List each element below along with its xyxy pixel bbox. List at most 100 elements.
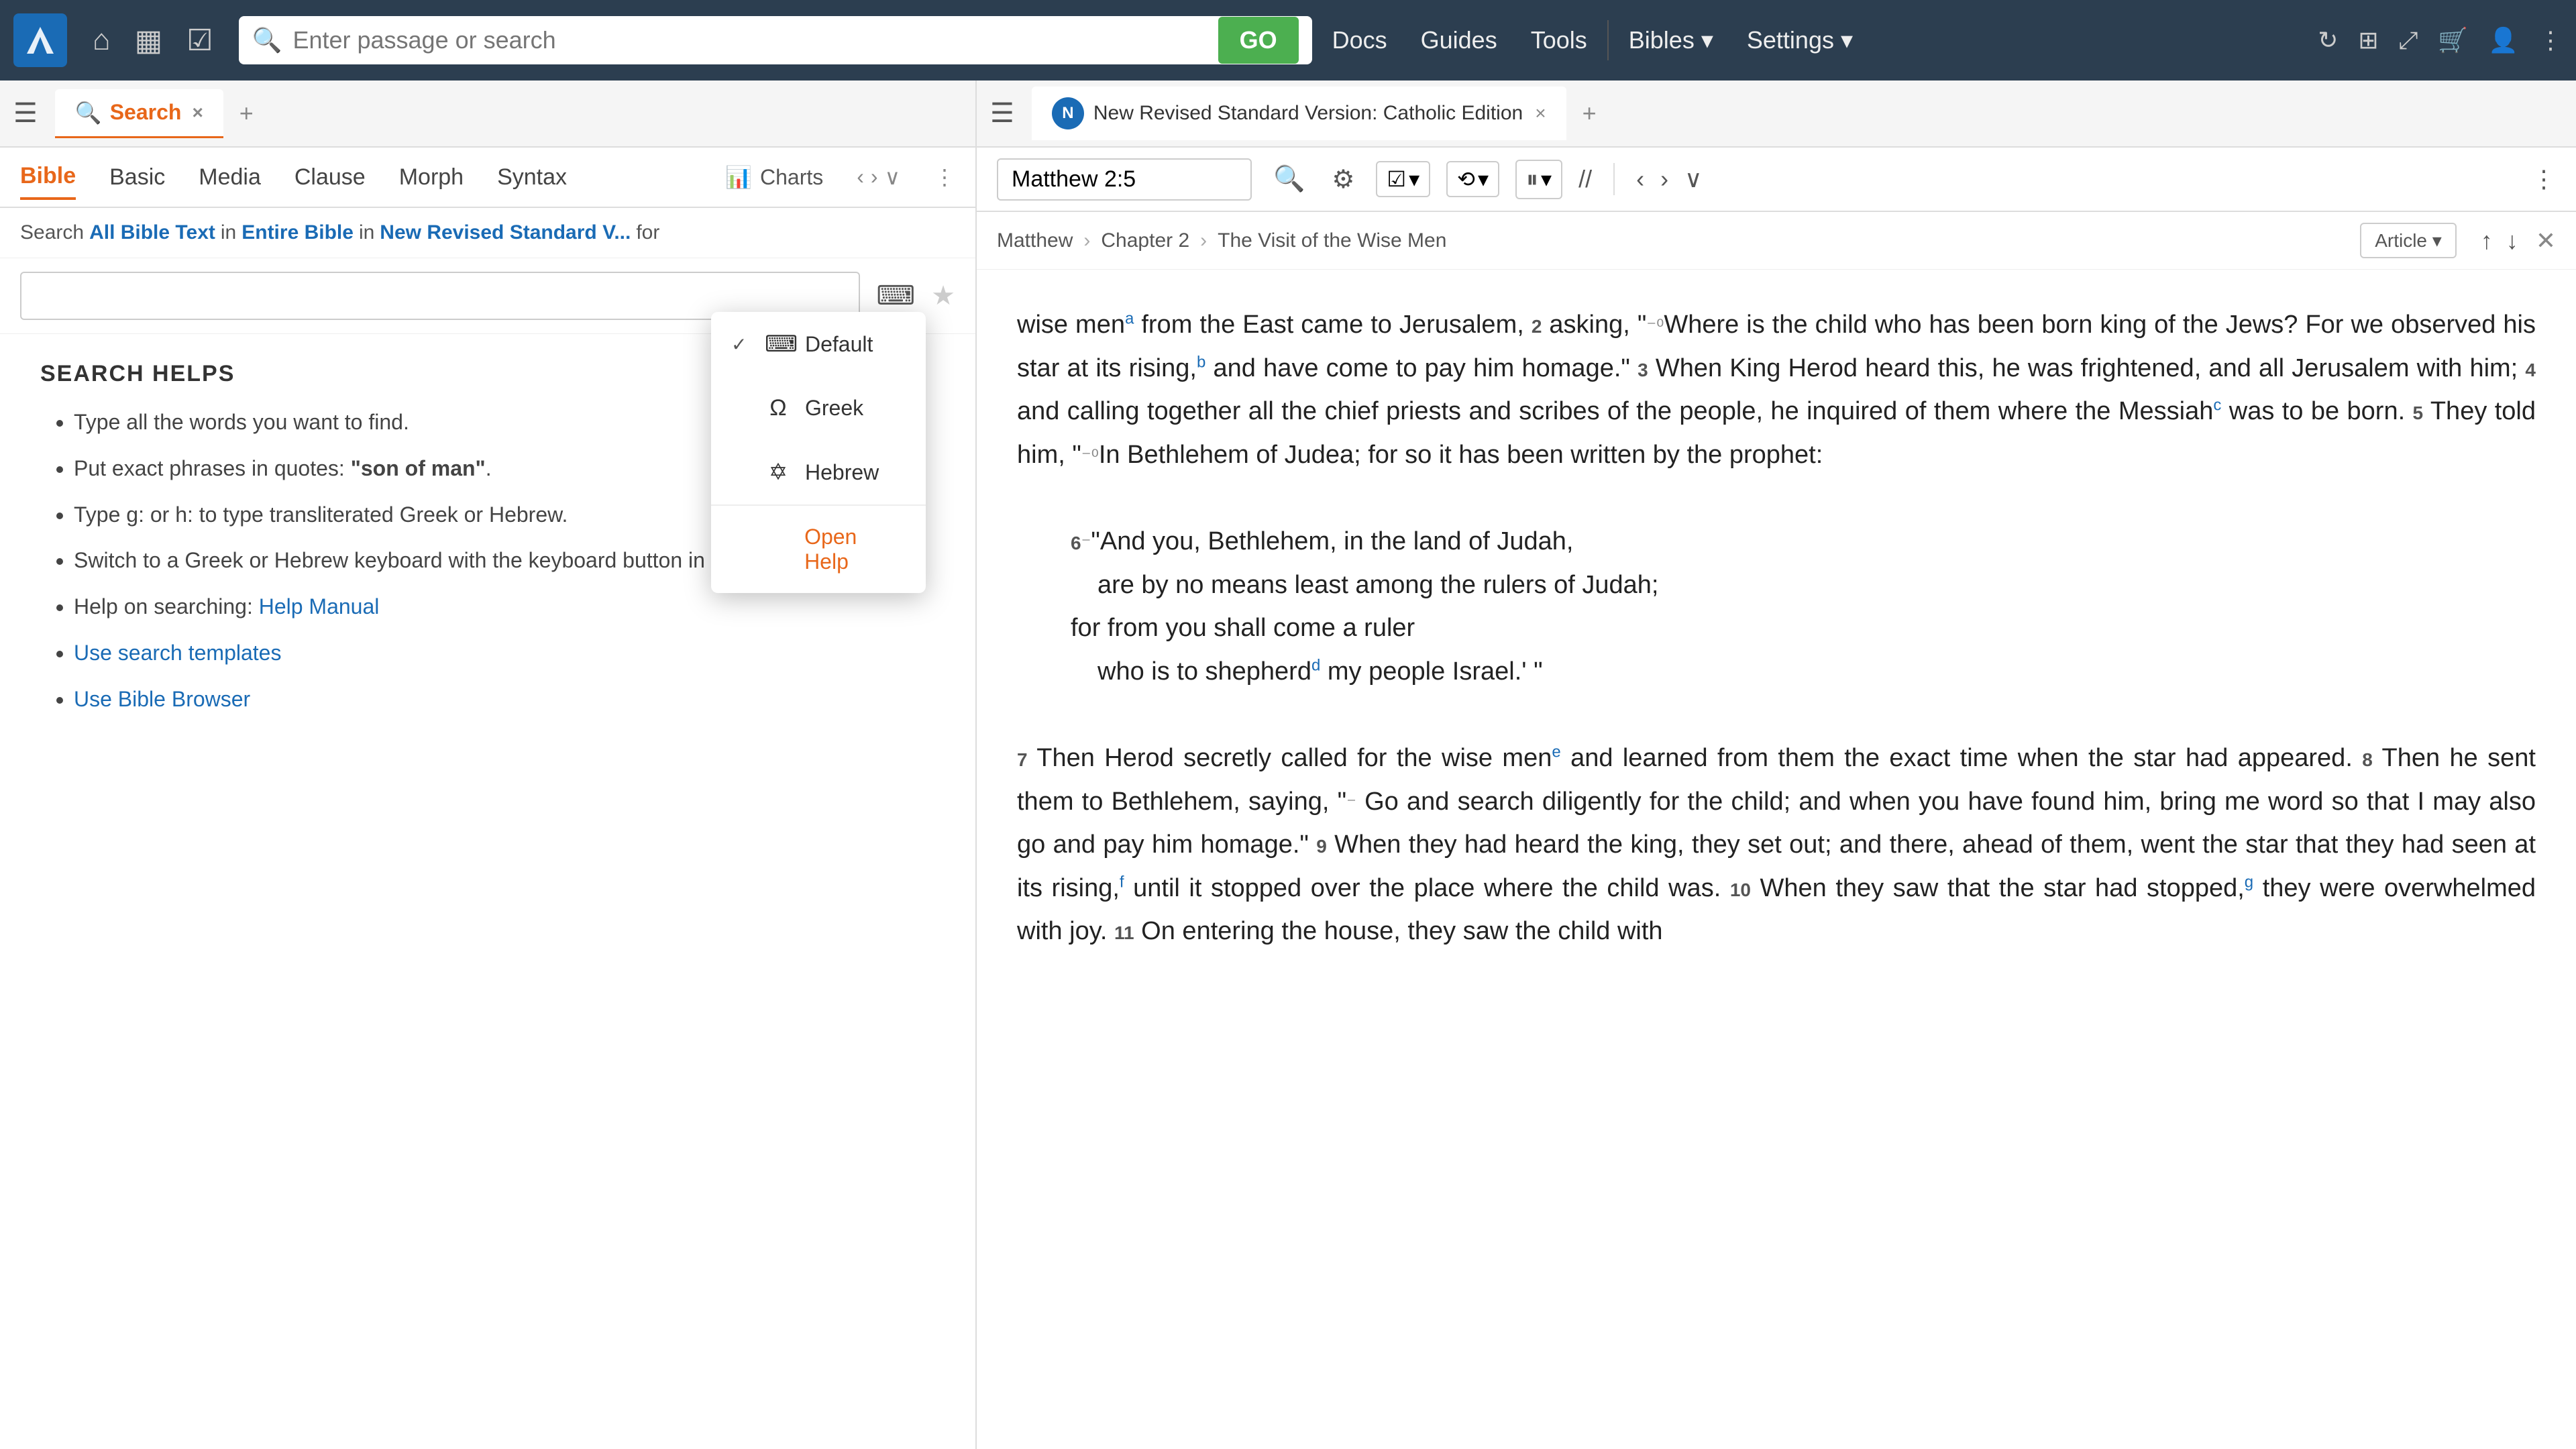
main-container: ☰ 🔍 Search × + Bible Basic Media Clause … [0,80,2576,1449]
morph-dropdown[interactable]: ▾ [1478,166,1489,192]
footnote-b[interactable]: b [1197,353,1205,371]
dropdown-open-help[interactable]: Open Help [711,506,926,593]
bible-toolbar: 🔍 ⚙ ☑ ▾ ⟲ ▾ ⏸ ▾ // ‹ › ∨ ⋮ [977,148,2576,212]
footnote-d[interactable]: d [1311,656,1320,674]
pause-dropdown[interactable]: ▾ [1541,166,1552,192]
footnote-f[interactable]: f [1120,873,1124,891]
dropdown-hebrew[interactable]: ✡ Hebrew [711,440,926,504]
passage-search-icon[interactable]: 🔍 [1268,159,1310,199]
tools-link[interactable]: Tools [1531,26,1587,54]
search-scope-text[interactable]: All Bible Text [89,221,215,244]
interlinear-dropdown[interactable]: ▾ [1409,166,1419,192]
subtab-overflow[interactable]: ⋮ [934,164,955,190]
passage-input[interactable] [997,158,1252,201]
nav-icon-group: ⌂ ▦ ☑ [87,18,219,63]
keyboard-button[interactable]: ⌨ [871,275,920,317]
help-item-6: Use search templates [74,638,935,668]
popout-icon[interactable]: ⤢ [2399,26,2418,55]
hamburger-icon[interactable]: ☰ [13,98,38,129]
settings-menu[interactable]: Settings ▾ [1747,26,1853,54]
bible-toolbar-more[interactable]: ⋮ [2532,165,2556,193]
interlinear-group[interactable]: ☑ ▾ [1376,161,1430,197]
check-square-icon: ☑ [1387,166,1406,192]
breadcrumb-sep1: › [1083,229,1090,252]
footnote-e[interactable]: e [1552,743,1560,761]
dropdown-greek[interactable]: Ω Greek [711,376,926,440]
open-help-label: Open Help [804,525,906,574]
bible-browser-link[interactable]: Use Bible Browser [74,687,250,711]
poetry-line4: who is to shepherdd my people Israel.' " [1017,650,2536,694]
bibles-menu[interactable]: Bibles ▾ [1629,26,1713,54]
passage-expand[interactable]: ∨ [1684,165,1702,193]
right-panel: ☰ N New Revised Standard Version: Cathol… [977,80,2576,1449]
footnote-a[interactable]: a [1125,309,1134,327]
nav-divider [1607,20,1609,60]
app-logo[interactable] [13,13,67,67]
search-tab[interactable]: 🔍 Search × [55,89,223,138]
morph-group[interactable]: ⟲ ▾ [1446,161,1499,197]
pause-icon: ⏸ [1526,165,1538,194]
right-add-tab[interactable]: + [1582,99,1597,127]
global-search-input[interactable] [292,26,1207,54]
tasks-icon[interactable]: ☑ [181,18,218,63]
breadcrumb-section[interactable]: The Visit of the Wise Men [1218,229,1446,252]
scroll-up-icon[interactable]: ↑ [2481,227,2493,255]
bible-tab-icon: N [1052,97,1084,129]
footnote-c[interactable]: c [2213,396,2221,415]
guides-link[interactable]: Guides [1421,26,1497,54]
prev-arrow[interactable]: ‹ [857,164,864,190]
passage-next-arrow[interactable]: › [1660,165,1668,193]
search-scope-bible[interactable]: Entire Bible [241,221,354,244]
library-icon[interactable]: ▦ [129,18,168,63]
subtab-basic[interactable]: Basic [109,156,165,199]
user-icon[interactable]: 👤 [2488,26,2518,54]
overflow-menu-icon[interactable]: ⋮ [2538,26,2563,54]
poetry-line2: are by no means least among the rulers o… [1017,564,2536,607]
refresh-icon[interactable]: ↻ [2318,26,2338,54]
home-icon[interactable]: ⌂ [87,18,116,62]
bible-tab-close[interactable]: × [1535,103,1546,124]
subtab-more[interactable]: ∨ [885,164,900,190]
breadcrumb-chapter[interactable]: Chapter 2 [1101,229,1189,252]
scroll-down-icon[interactable]: ↓ [2506,227,2518,255]
right-hamburger-icon[interactable]: ☰ [990,98,1014,129]
panel-close-button[interactable]: ✕ [2536,227,2556,255]
search-tab-close[interactable]: × [192,102,203,123]
layout-icon[interactable]: ⊞ [2358,26,2378,54]
help-manual-link[interactable]: Help Manual [259,594,380,619]
cart-icon[interactable]: 🛒 [2438,26,2468,54]
parallel-icon[interactable]: ⚙ [1326,159,1360,200]
bible-passage-text: wise mena from the East came to Jerusale… [1017,303,2536,476]
charts-label: Charts [760,165,823,190]
left-panel: ☰ 🔍 Search × + Bible Basic Media Clause … [0,80,977,1449]
passage-prev-arrow[interactable]: ‹ [1636,165,1644,193]
morph-icon: ⟲ [1457,166,1475,192]
subtab-media[interactable]: Media [199,156,261,199]
breadcrumb-book[interactable]: Matthew [997,229,1073,252]
pause-group[interactable]: ⏸ ▾ [1515,160,1562,199]
article-button[interactable]: Article ▾ [2360,223,2457,258]
poetry-line1: 6⁻"And you, Bethlehem, in the land of Ju… [1017,520,2536,564]
next-arrow[interactable]: › [871,164,878,190]
subtab-syntax[interactable]: Syntax [497,156,567,199]
go-button[interactable]: GO [1218,17,1299,64]
favorite-button[interactable]: ★ [931,280,955,311]
toolbar-separator [1613,163,1615,195]
search-in-word1: in [221,221,236,244]
subtab-bible[interactable]: Bible [20,155,76,200]
subtab-morph[interactable]: Morph [399,156,464,199]
reference-icon[interactable]: // [1578,165,1592,193]
bible-tab-label: New Revised Standard Version: Catholic E… [1093,102,1523,125]
search-prefix: Search [20,221,84,244]
dropdown-default[interactable]: ✓ ⌨ Default [711,312,926,376]
add-tab-button[interactable]: + [239,99,254,127]
subtab-clause[interactable]: Clause [294,156,366,199]
search-templates-link[interactable]: Use search templates [74,641,281,665]
search-scope-version[interactable]: New Revised Standard V... [380,221,631,244]
docs-link[interactable]: Docs [1332,26,1387,54]
footnote-g[interactable]: g [2245,873,2253,891]
help-item-5: Help on searching: Help Manual [74,592,935,622]
default-label: Default [805,332,873,357]
bible-tab[interactable]: N New Revised Standard Version: Catholic… [1032,87,1566,140]
charts-button[interactable]: 📊 Charts [725,164,823,190]
